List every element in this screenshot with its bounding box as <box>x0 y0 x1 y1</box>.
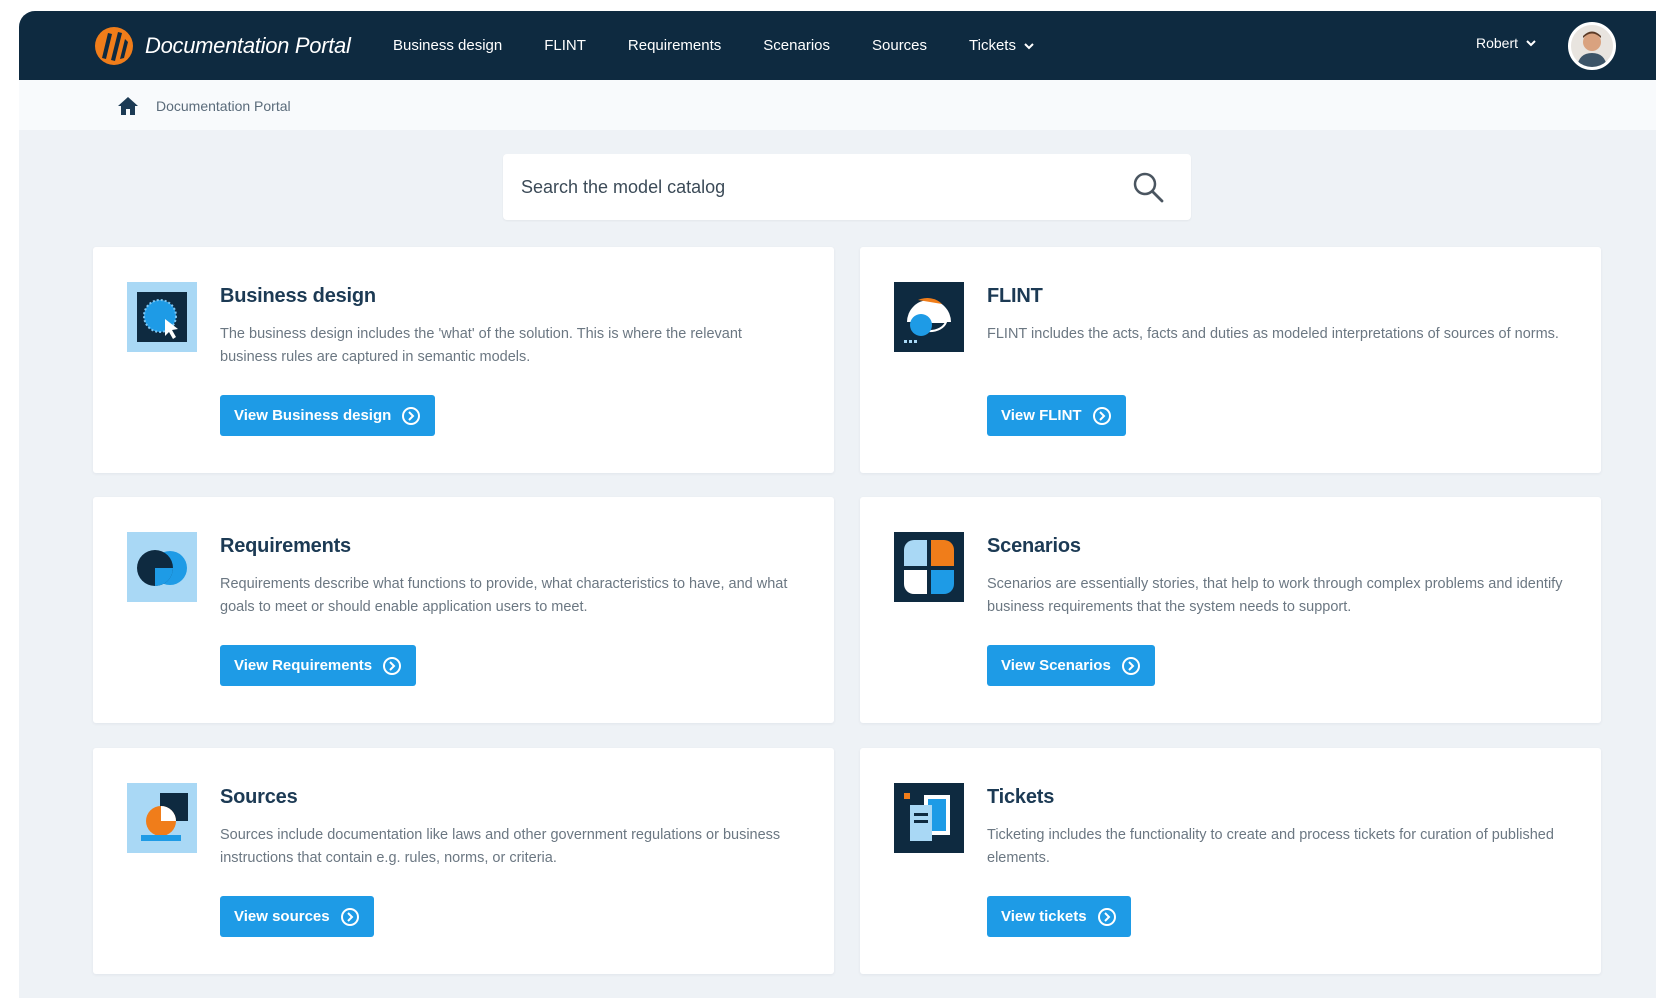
nav-label: FLINT <box>544 37 586 54</box>
card-description: The business design includes the 'what' … <box>220 326 742 365</box>
button-label: View Requirements <box>234 657 373 674</box>
user-menu[interactable]: Robert <box>1476 35 1536 51</box>
card-scenarios: Scenarios Scenarios are essentially stor… <box>860 497 1601 723</box>
chevron-down-icon <box>1024 42 1034 49</box>
flint-icon <box>894 282 964 352</box>
card-flint: FLINT FLINT includes the acts, facts and… <box>860 247 1601 473</box>
search-input[interactable] <box>521 154 1081 220</box>
sources-icon <box>127 783 197 853</box>
user-avatar-icon <box>1571 25 1613 67</box>
card-title: Scenarios <box>987 535 1081 557</box>
button-label: View FLINT <box>1001 407 1082 424</box>
search-box <box>503 154 1191 220</box>
card-description: FLINT includes the acts, facts and dutie… <box>987 326 1559 342</box>
arrow-circle-right-icon <box>340 907 359 926</box>
nav-label: Requirements <box>627 37 722 54</box>
view-tickets-button[interactable]: View tickets <box>987 896 1131 937</box>
arrow-circle-right-icon <box>402 406 421 425</box>
brand[interactable]: Documentation Portal <box>93 25 351 67</box>
card-title: Tickets <box>987 786 1055 808</box>
nav-label: Business design <box>393 37 503 54</box>
chevron-down-icon <box>1526 40 1536 47</box>
arrow-circle-right-icon <box>1097 907 1116 926</box>
card-title: Business design <box>220 285 376 307</box>
nav-scenarios[interactable]: Scenarios <box>763 37 830 54</box>
nav-label: Sources <box>872 37 928 54</box>
nav-requirements[interactable]: Requirements <box>628 37 721 54</box>
requirements-icon <box>127 532 197 602</box>
card-title: Sources <box>220 786 298 808</box>
nav-tickets-dropdown[interactable]: Tickets <box>969 37 1034 54</box>
portal-logo-icon <box>95 27 133 65</box>
view-flint-button[interactable]: View FLINT <box>987 395 1126 436</box>
main-nav: Business design FLINT Requirements Scena… <box>393 11 1076 80</box>
card-title: Requirements <box>220 535 351 557</box>
button-label: View tickets <box>1001 908 1087 925</box>
card-requirements: Requirements Requirements describe what … <box>93 497 834 723</box>
button-label: View sources <box>234 908 330 925</box>
card-business-design: Business design The business design incl… <box>93 247 834 473</box>
business-design-icon <box>127 282 197 352</box>
card-description: Ticketing includes the functionality to … <box>987 827 1554 866</box>
user-name: Robert <box>1475 35 1518 51</box>
card-title: FLINT <box>987 285 1043 307</box>
arrow-circle-right-icon <box>383 656 402 675</box>
avatar[interactable] <box>1568 22 1616 70</box>
arrow-circle-right-icon <box>1092 406 1111 425</box>
button-label: View Business design <box>234 407 392 424</box>
nav-business-design[interactable]: Business design <box>393 37 502 54</box>
nav-label: Scenarios <box>763 37 830 54</box>
home-icon[interactable] <box>117 95 139 117</box>
app-window: Documentation Portal Business design FLI… <box>19 11 1656 998</box>
nav-label: Tickets <box>969 37 1016 54</box>
top-navbar: Documentation Portal Business design FLI… <box>19 11 1656 80</box>
card-tickets: Tickets Ticketing includes the functiona… <box>860 748 1601 974</box>
breadcrumb-item[interactable]: Documentation Portal <box>156 98 291 114</box>
search-icon[interactable] <box>1131 170 1165 204</box>
nav-sources[interactable]: Sources <box>872 37 927 54</box>
view-scenarios-button[interactable]: View Scenarios <box>987 645 1155 686</box>
card-description: Requirements describe what functions to … <box>220 576 788 615</box>
button-label: View Scenarios <box>1001 657 1111 674</box>
view-requirements-button[interactable]: View Requirements <box>220 645 417 686</box>
card-description: Sources include documentation like laws … <box>220 827 781 866</box>
nav-flint[interactable]: FLINT <box>544 37 586 54</box>
view-sources-button[interactable]: View sources <box>220 896 374 937</box>
card-description: Scenarios are essentially stories, that … <box>987 576 1563 615</box>
card-sources: Sources Sources include documentation li… <box>93 748 834 974</box>
tickets-icon <box>894 783 964 853</box>
view-business-design-button[interactable]: View Business design <box>220 395 436 436</box>
arrow-circle-right-icon <box>1121 656 1140 675</box>
scenarios-icon <box>894 532 964 602</box>
app-title: Documentation Portal <box>145 33 351 58</box>
